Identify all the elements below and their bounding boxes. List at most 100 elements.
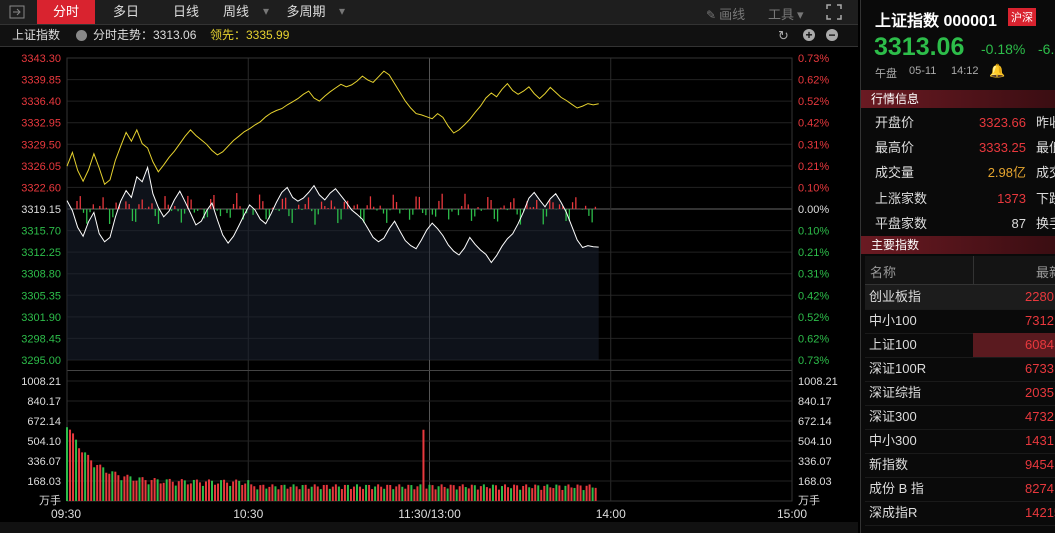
index-name: 成份 B 指	[869, 481, 924, 496]
index-value: 14215	[1025, 505, 1055, 520]
volume-tick-label: 168.03	[27, 476, 61, 488]
price-tick-label: 3322.60	[21, 182, 61, 194]
chart-subheader: 上证指数 分时走势：3313.06 领先：3335.99 ↻ + −	[0, 25, 858, 47]
tab-intraday[interactable]: 分时	[37, 0, 95, 24]
time-tick-label: 15:00	[777, 507, 807, 521]
price-tick-label: 3298.45	[21, 333, 61, 345]
intraday-chart[interactable]: 3343.30 3339.85 3336.40 3332.95 3329.50 3326.…	[0, 46, 858, 522]
index-list-item[interactable]: 深证100R 6733	[865, 357, 1055, 382]
weekly-dropdown-chevron-icon[interactable]: ▾	[263, 4, 269, 18]
quote-row: 成交量 2.98亿成交	[861, 160, 1055, 185]
index-name: 中小300	[869, 433, 917, 448]
quote-section-header: 行情信息	[861, 90, 1055, 108]
tab-daily[interactable]: 日线	[160, 0, 212, 24]
index-list-item[interactable]: 中小300 1431	[865, 429, 1055, 454]
index-name: 新指数	[869, 457, 909, 472]
percent-tick-label: 0.31%	[798, 139, 829, 151]
volume-unit-label: 万手	[798, 493, 820, 507]
tools-chevron-icon: ▾	[797, 7, 804, 22]
price-tick-label: 3339.85	[21, 75, 61, 87]
chart-toolbar: 分时 多日 日线 周线 ▾ 多周期 ▾ ✎ 画线 工具 ▾	[0, 0, 858, 25]
index-value: 2035	[1025, 385, 1054, 400]
zoom-out-icon[interactable]: −	[826, 29, 838, 41]
percent-tick-label: 0.62%	[798, 333, 829, 345]
pencil-icon: ✎	[706, 8, 717, 22]
collapse-panel-icon[interactable]	[9, 5, 25, 22]
quote-label: 平盘家数	[875, 216, 928, 231]
price-tick-label: 3326.05	[21, 161, 61, 173]
percent-tick-label: 0.31%	[798, 269, 829, 281]
session-label: 午盘	[875, 68, 897, 80]
price-tick-label: 3329.50	[21, 139, 61, 151]
quote-panel: 上证指数 000001 沪深 3313.06 -0.18% -6.0 午盘 05…	[860, 0, 1055, 533]
price-tick-label: 3319.15	[21, 204, 61, 216]
bell-icon[interactable]: 🔔	[989, 63, 1005, 79]
quote-row: 平盘家数 87 换手	[861, 211, 1055, 236]
index-value: 1431	[1025, 433, 1054, 448]
lead-line	[66, 70, 599, 186]
index-list-item[interactable]: 深成指R 14215	[865, 501, 1055, 526]
zoom-in-icon[interactable]: +	[803, 29, 815, 41]
index-list-item[interactable]: 深证综指 2035	[865, 381, 1055, 406]
index-value: 2280	[1025, 289, 1054, 304]
index-list-item[interactable]: 新指数 9454	[865, 453, 1055, 478]
index-name-label: 上证指数	[12, 28, 61, 42]
fullscreen-icon[interactable]	[826, 4, 842, 23]
multi-period-chevron-icon[interactable]: ▾	[339, 4, 345, 18]
draw-line-button[interactable]: ✎ 画线	[706, 4, 745, 23]
index-value: 6084	[1025, 337, 1054, 352]
volume-tick-label: 1008.21	[21, 376, 61, 388]
price-tick-label: 3295.00	[21, 355, 61, 367]
percent-tick-label: 0.42%	[798, 118, 829, 130]
index-name: 中小100	[869, 313, 917, 328]
price-tick-label: 3308.80	[21, 269, 61, 281]
tab-multi-period[interactable]: 多周期	[280, 0, 332, 24]
index-name: 上证100	[869, 337, 917, 352]
index-table-header: 名称 最新	[865, 256, 1055, 285]
index-list-item[interactable]: 成份 B 指 8274	[865, 477, 1055, 502]
price-tick-label: 3336.40	[21, 96, 61, 108]
current-price: 3313.06	[874, 33, 965, 61]
volume-tick-label: 504.10	[27, 436, 61, 448]
price-tick-label: 3315.70	[21, 226, 61, 238]
tab-weekly[interactable]: 周线	[214, 0, 258, 24]
price-tick-label: 3305.35	[21, 290, 61, 302]
percent-tick-label: 0.73%	[798, 53, 829, 65]
draw-line-label: 画线	[719, 7, 746, 22]
index-list-item[interactable]: 上证100 6084	[865, 333, 1055, 358]
quote-label: 最高价	[875, 140, 915, 155]
quote-label-secondary: 下跌	[1036, 191, 1055, 206]
volume-tick-label: 672.14	[798, 416, 832, 428]
quote-row: 最高价 3333.25 最低	[861, 135, 1055, 160]
percent-tick-label: 0.73%	[798, 355, 829, 367]
time-tick-label: 14:00	[596, 507, 626, 521]
volume-tick-label: 1008.21	[798, 376, 838, 388]
quote-label: 开盘价	[875, 115, 915, 130]
index-name: 深证综指	[869, 385, 922, 400]
quote-date: 05-11	[909, 65, 937, 77]
bottom-status-bar	[0, 522, 858, 533]
tools-menu[interactable]: 工具 ▾	[768, 4, 804, 23]
volume-tick-label: 840.17	[798, 396, 832, 408]
index-value: 7312	[1025, 313, 1054, 328]
index-list-item[interactable]: 中小100 7312	[865, 309, 1055, 334]
quote-label-secondary: 昨收	[1036, 115, 1055, 130]
change-absolute: -6.0	[1038, 41, 1055, 57]
index-value: 9454	[1025, 457, 1054, 472]
index-section-header: 主要指数	[861, 236, 1055, 254]
index-value: 6733	[1025, 361, 1054, 376]
volume-tick-label: 672.14	[27, 416, 61, 428]
index-list-item[interactable]: 深证300 4732	[865, 405, 1055, 430]
minus-circle-icon[interactable]	[76, 30, 87, 41]
tab-multi-day[interactable]: 多日	[100, 0, 152, 24]
quote-value: 3323.66	[979, 115, 1026, 130]
quote-time: 14:12	[951, 65, 979, 77]
index-list-item[interactable]: 创业板指 2280	[865, 285, 1055, 310]
index-name: 创业板指	[869, 289, 922, 304]
quote-value: 2.98亿	[987, 165, 1026, 180]
percent-tick-label: 0.21%	[798, 161, 829, 173]
index-value: 8274	[1025, 481, 1054, 496]
percent-tick-label: 0.42%	[798, 290, 829, 302]
refresh-icon[interactable]: ↻	[778, 25, 789, 46]
time-tick-label: 09:30	[51, 507, 81, 521]
